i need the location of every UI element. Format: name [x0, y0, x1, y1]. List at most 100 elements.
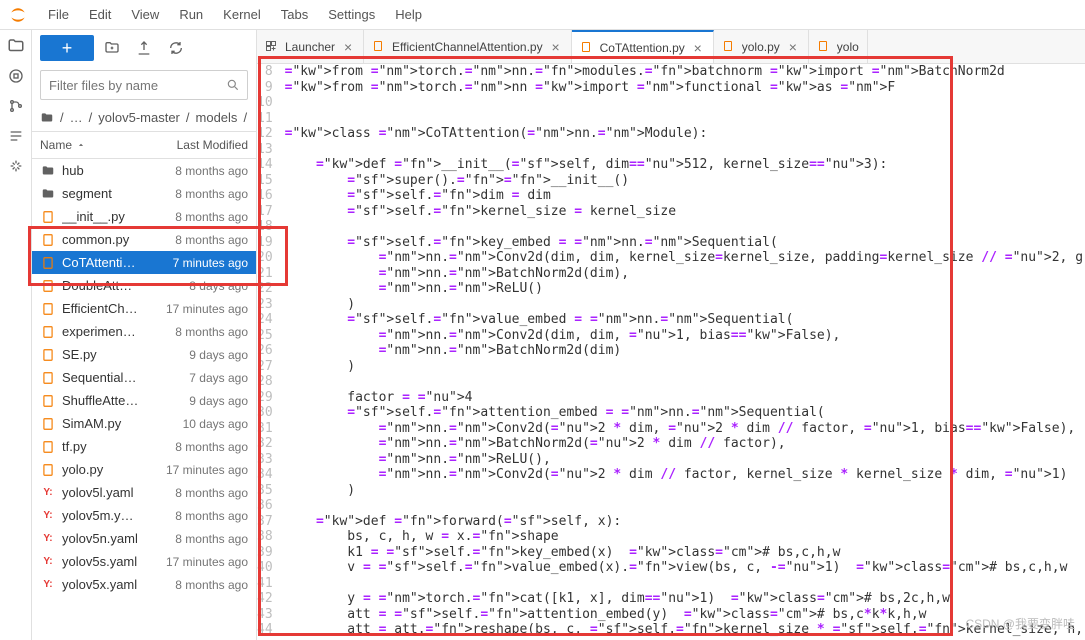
- file-list-header[interactable]: Name Last Modified: [32, 131, 256, 159]
- tab[interactable]: yolo: [809, 30, 868, 63]
- upload-icon[interactable]: [130, 35, 158, 61]
- close-icon[interactable]: ×: [549, 39, 563, 55]
- python-icon: [40, 370, 56, 386]
- file-name: tf.py: [62, 439, 158, 454]
- tab[interactable]: CoTAttention.py ×: [572, 30, 714, 63]
- folder-icon: [40, 163, 56, 179]
- menu-kernel[interactable]: Kernel: [213, 3, 271, 26]
- tab-label: yolo.py: [742, 40, 780, 54]
- file-row[interactable]: SE.py9 days ago: [32, 343, 256, 366]
- file-name: yolov5m.y…: [62, 508, 158, 523]
- menu-settings[interactable]: Settings: [318, 3, 385, 26]
- python-icon: [372, 40, 386, 54]
- file-row[interactable]: Y:yolov5l.yaml8 months ago: [32, 481, 256, 504]
- tab[interactable]: Launcher×: [257, 30, 364, 63]
- new-folder-icon[interactable]: [98, 35, 126, 61]
- file-row[interactable]: Y:yolov5n.yaml8 months ago: [32, 527, 256, 550]
- file-name: yolov5x.yaml: [62, 577, 158, 592]
- file-row[interactable]: common.py8 months ago: [32, 228, 256, 251]
- jupyter-logo: [8, 5, 28, 25]
- file-modified: 8 months ago: [158, 486, 248, 500]
- tab[interactable]: EfficientChannelAttention.py×: [364, 30, 572, 63]
- search-icon: [226, 78, 240, 92]
- python-icon: [40, 347, 56, 363]
- file-modified: 17 minutes ago: [158, 463, 248, 477]
- close-icon[interactable]: ×: [786, 39, 800, 55]
- file-row[interactable]: __init__.py8 months ago: [32, 205, 256, 228]
- git-icon[interactable]: [6, 96, 26, 116]
- file-row[interactable]: experimen…8 months ago: [32, 320, 256, 343]
- toc-icon[interactable]: [6, 126, 26, 146]
- folder-icon[interactable]: [6, 36, 26, 56]
- file-row[interactable]: Y:yolov5m.y…8 months ago: [32, 504, 256, 527]
- file-modified: 17 minutes ago: [158, 555, 248, 569]
- file-row[interactable]: SimAM.py10 days ago: [32, 412, 256, 435]
- file-modified: 8 months ago: [158, 532, 248, 546]
- python-icon: [40, 393, 56, 409]
- python-icon: [40, 278, 56, 294]
- file-name: SimAM.py: [62, 416, 158, 431]
- yaml-icon: Y:: [40, 508, 56, 524]
- file-modified: 7 minutes ago: [158, 256, 248, 270]
- python-icon: [40, 232, 56, 248]
- menu-run[interactable]: Run: [169, 3, 213, 26]
- file-row[interactable]: Y:yolov5x.yaml8 months ago: [32, 573, 256, 596]
- tab[interactable]: yolo.py ×: [714, 30, 809, 63]
- file-name: CoTAttenti…: [62, 255, 158, 270]
- file-name: SE.py: [62, 347, 158, 362]
- file-toolbar: +: [32, 30, 256, 66]
- file-row[interactable]: ShuffleAtte…9 days ago: [32, 389, 256, 412]
- launcher-icon: [265, 40, 279, 54]
- menu-file[interactable]: File: [38, 3, 79, 26]
- file-row[interactable]: segment8 months ago: [32, 182, 256, 205]
- close-icon[interactable]: ×: [691, 40, 705, 56]
- tab-label: yolo: [837, 40, 859, 54]
- menubar: File Edit View Run Kernel Tabs Settings …: [0, 0, 1085, 30]
- file-row[interactable]: EfficientCh…17 minutes ago: [32, 297, 256, 320]
- file-modified: 8 days ago: [158, 279, 248, 293]
- tabbar: Launcher×EfficientChannelAttention.py×Co…: [257, 30, 1085, 64]
- file-list: hub8 months agosegment8 months ago__init…: [32, 159, 256, 640]
- file-row[interactable]: Sequential…7 days ago: [32, 366, 256, 389]
- refresh-icon[interactable]: [162, 35, 190, 61]
- file-name: hub: [62, 163, 158, 178]
- file-modified: 8 months ago: [158, 325, 248, 339]
- python-icon: [40, 324, 56, 340]
- extensions-icon[interactable]: [6, 156, 26, 176]
- python-icon: [40, 439, 56, 455]
- file-modified: 8 months ago: [158, 210, 248, 224]
- file-name: experimen…: [62, 324, 158, 339]
- python-icon: [40, 255, 56, 271]
- file-modified: 7 days ago: [158, 371, 248, 385]
- menu-view[interactable]: View: [121, 3, 169, 26]
- file-row[interactable]: tf.py8 months ago: [32, 435, 256, 458]
- code-content[interactable]: ="kw">from ="nm">torch.="nm">nn.="fn">mo…: [281, 64, 1085, 640]
- file-browser: + / … / yolov5-master / models / Name La…: [32, 30, 257, 640]
- file-modified: 9 days ago: [158, 394, 248, 408]
- file-name: yolov5s.yaml: [62, 554, 158, 569]
- code-editor[interactable]: 8 9 10 11 12 13 14 15 16 17 18 19 20 21 …: [257, 64, 1085, 640]
- menu-help[interactable]: Help: [385, 3, 432, 26]
- new-launcher-button[interactable]: +: [40, 35, 94, 61]
- menu-tabs[interactable]: Tabs: [271, 3, 318, 26]
- file-modified: 9 days ago: [158, 348, 248, 362]
- running-icon[interactable]: [6, 66, 26, 86]
- yaml-icon: Y:: [40, 554, 56, 570]
- file-row[interactable]: hub8 months ago: [32, 159, 256, 182]
- tab-label: CoTAttention.py: [600, 41, 685, 55]
- close-icon[interactable]: ×: [341, 39, 355, 55]
- activity-bar: [0, 30, 32, 640]
- file-name: yolov5l.yaml: [62, 485, 158, 500]
- filter-input[interactable]: [40, 70, 248, 100]
- menu-edit[interactable]: Edit: [79, 3, 121, 26]
- file-row[interactable]: CoTAttenti…7 minutes ago: [32, 251, 256, 274]
- file-row[interactable]: yolo.py17 minutes ago: [32, 458, 256, 481]
- file-modified: 8 months ago: [158, 440, 248, 454]
- python-icon: [580, 41, 594, 55]
- file-row[interactable]: Y: yolov5s.yaml17 minutes ago: [32, 550, 256, 573]
- file-name: ShuffleAtte…: [62, 393, 158, 408]
- file-row[interactable]: DoubleAtt…8 days ago: [32, 274, 256, 297]
- file-name: Sequential…: [62, 370, 158, 385]
- breadcrumb[interactable]: / … / yolov5-master / models /: [32, 104, 256, 131]
- file-name: yolo.py: [62, 462, 158, 477]
